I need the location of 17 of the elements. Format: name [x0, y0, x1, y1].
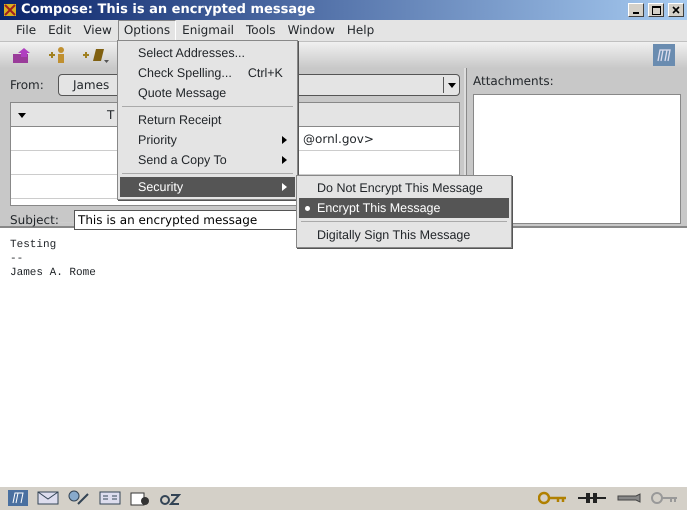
shortcut-label: Ctrl+K — [248, 64, 283, 82]
menu-label: Select Addresses... — [138, 44, 246, 62]
menu-label: Priority — [138, 132, 177, 149]
body-text-line: -- — [10, 252, 24, 266]
menu-label: Check Spelling... — [138, 64, 232, 82]
subject-label: Subject: — [10, 212, 60, 229]
menu-label: Security — [138, 178, 184, 196]
from-label: From: — [10, 77, 45, 94]
menu-label: Do Not Encrypt This Message — [317, 180, 483, 197]
body-text-line: James A. Rome — [10, 266, 97, 280]
menu-label: Send a Copy To — [138, 152, 227, 169]
menu-label: Return Receipt — [138, 112, 222, 129]
recipient-address: @ornl.gov> — [303, 130, 374, 148]
body-text-line: Testing — [10, 238, 58, 252]
menu-label: Quote Message — [138, 84, 226, 102]
attachments-label: Attachments: — [473, 73, 555, 90]
window-title: Compose: This is an encrypted message — [21, 1, 316, 20]
